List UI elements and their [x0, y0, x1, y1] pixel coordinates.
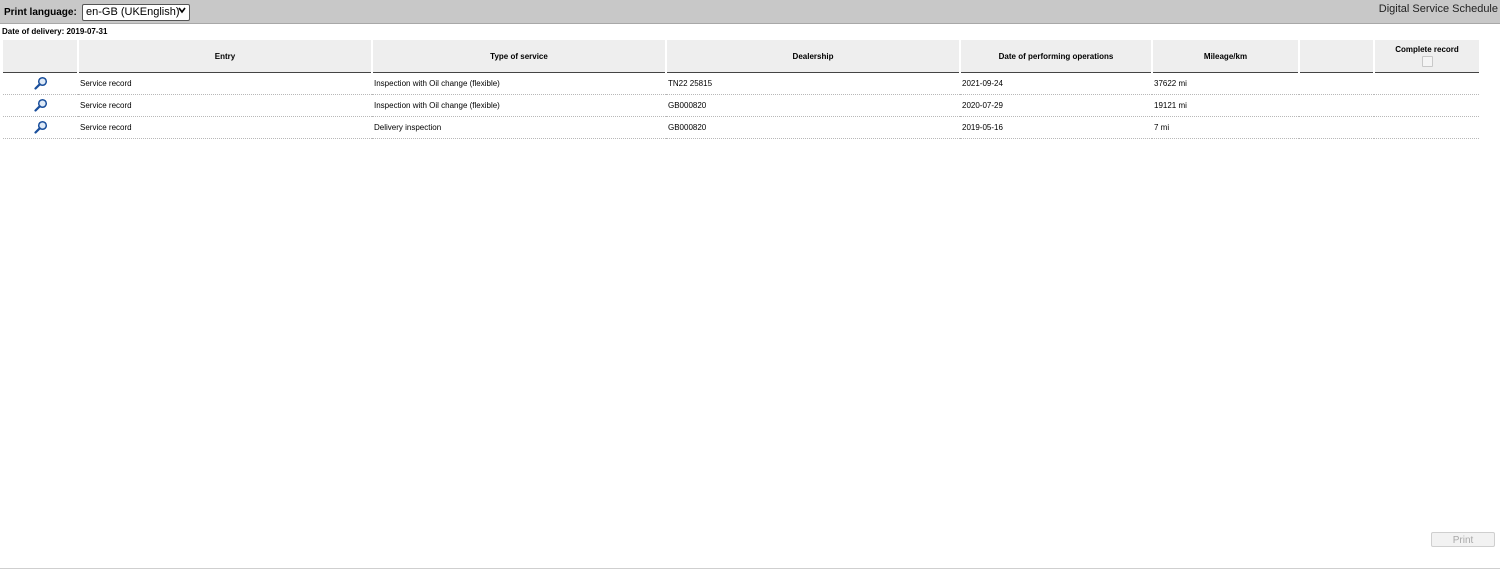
- entry-cell: Service record: [78, 94, 372, 117]
- column-header-dealership: Dealership: [665, 40, 960, 73]
- complete-record-checkbox[interactable]: [1421, 56, 1433, 67]
- top-toolbar: Print language: en-GB (UKEnglish) Digita…: [0, 0, 1500, 24]
- bottom-divider: [0, 568, 1500, 569]
- column-header-blank: [1298, 40, 1374, 73]
- magnifier-icon[interactable]: [33, 76, 48, 92]
- date-cell: 2019-05-16: [960, 116, 1152, 139]
- entry-cell: Service record: [78, 72, 372, 95]
- entry-cell: Service record: [78, 116, 372, 139]
- complete-cell: [1374, 94, 1479, 117]
- print-button[interactable]: Print: [1431, 532, 1495, 547]
- type-of-service-cell: Delivery inspection: [372, 116, 666, 139]
- table-header-row: Entry Type of service Dealership Date of…: [3, 40, 1479, 73]
- complete-cell: [1374, 116, 1479, 139]
- dealership-cell: GB000820: [666, 94, 960, 117]
- table-row: Service record Delivery inspection GB000…: [3, 116, 1479, 139]
- mileage-cell: 7 mi: [1152, 116, 1299, 139]
- type-of-service-cell: Inspection with Oil change (flexible): [372, 72, 666, 95]
- app-title: Digital Service Schedule: [1378, 3, 1498, 15]
- dealership-cell: TN22 25815: [666, 72, 960, 95]
- print-language-select[interactable]: en-GB (UKEnglish): [82, 4, 190, 21]
- magnifier-icon[interactable]: [33, 120, 48, 136]
- column-header-view: [3, 40, 78, 73]
- mileage-cell: 19121 mi: [1152, 94, 1299, 117]
- view-cell: [3, 72, 78, 95]
- print-language-label: Print language:: [4, 7, 77, 18]
- blank-cell: [1299, 116, 1374, 139]
- view-cell: [3, 94, 78, 117]
- date-cell: 2020-07-29: [960, 94, 1152, 117]
- print-language-value: en-GB (UKEnglish): [86, 6, 180, 18]
- column-header-mileage: Mileage/km: [1151, 40, 1299, 73]
- column-header-entry: Entry: [77, 40, 372, 73]
- table-row: Service record Inspection with Oil chang…: [3, 94, 1479, 117]
- delivery-date-label: Date of delivery:: [2, 27, 65, 36]
- delivery-date-value: 2019-07-31: [66, 27, 108, 36]
- column-header-date: Date of performing operations: [959, 40, 1152, 73]
- blank-cell: [1299, 94, 1374, 117]
- blank-cell: [1299, 72, 1374, 95]
- column-header-complete-record: Complete record: [1373, 40, 1479, 73]
- magnifier-icon[interactable]: [33, 98, 48, 114]
- type-of-service-cell: Inspection with Oil change (flexible): [372, 94, 666, 117]
- complete-cell: [1374, 72, 1479, 95]
- column-header-type-of-service: Type of service: [371, 40, 666, 73]
- view-cell: [3, 116, 78, 139]
- chevron-down-icon: [178, 6, 186, 17]
- service-records-table: Entry Type of service Dealership Date of…: [3, 40, 1479, 139]
- date-cell: 2021-09-24: [960, 72, 1152, 95]
- table-row: Service record Inspection with Oil chang…: [3, 72, 1479, 95]
- complete-record-label: Complete record: [1395, 45, 1459, 54]
- mileage-cell: 37622 mi: [1152, 72, 1299, 95]
- delivery-date: Date of delivery: 2019-07-31: [2, 27, 107, 36]
- dealership-cell: GB000820: [666, 116, 960, 139]
